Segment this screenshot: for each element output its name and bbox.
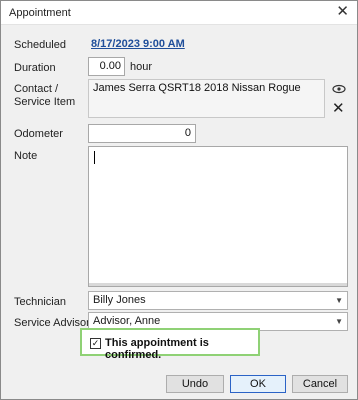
scheduled-label: Scheduled (14, 39, 66, 51)
title-bar: Appointment ✕ (1, 1, 357, 25)
technician-select[interactable]: Billy Jones ▼ (88, 291, 348, 310)
appointment-dialog: Appointment ✕ Scheduled 8/17/2023 9:00 A… (0, 0, 358, 400)
note-textarea[interactable] (88, 146, 348, 287)
ok-button[interactable]: OK (230, 375, 286, 393)
confirm-highlight: ✓ This appointment is confirmed. (80, 328, 260, 361)
duration-unit: hour (130, 61, 153, 73)
delete-x-icon[interactable]: ✕ (332, 101, 345, 116)
odometer-input[interactable]: 0 (88, 124, 196, 143)
close-icon[interactable]: ✕ (336, 4, 349, 20)
odometer-label: Odometer (14, 128, 63, 140)
chevron-down-icon[interactable]: ▼ (335, 296, 343, 305)
contact-label-line1: Contact / (14, 83, 59, 95)
undo-button[interactable]: Undo (166, 375, 224, 393)
technician-value: Billy Jones (93, 294, 146, 306)
window-title: Appointment (9, 7, 71, 19)
duration-label: Duration (14, 62, 56, 74)
contact-service-item-field[interactable]: James Serra QSRT18 2018 Nissan Rogue (88, 79, 325, 118)
advisor-value: Advisor, Anne (93, 315, 161, 327)
contact-label-line2: Service Item (14, 96, 76, 108)
scheduled-date-link[interactable]: 8/17/2023 9:00 AM (91, 38, 185, 50)
cancel-button[interactable]: Cancel (292, 375, 348, 393)
technician-label: Technician (14, 296, 66, 308)
confirm-checkbox[interactable]: ✓ (90, 338, 101, 349)
advisor-label: Service Advisor (14, 317, 90, 329)
confirm-label[interactable]: This appointment is confirmed. (105, 337, 258, 361)
chevron-down-icon[interactable]: ▼ (335, 317, 343, 326)
text-caret (94, 151, 95, 164)
duration-input[interactable]: 0.00 (88, 57, 125, 76)
eye-icon[interactable] (332, 84, 346, 94)
note-label: Note (14, 150, 38, 162)
note-scrollbar[interactable] (89, 283, 347, 286)
